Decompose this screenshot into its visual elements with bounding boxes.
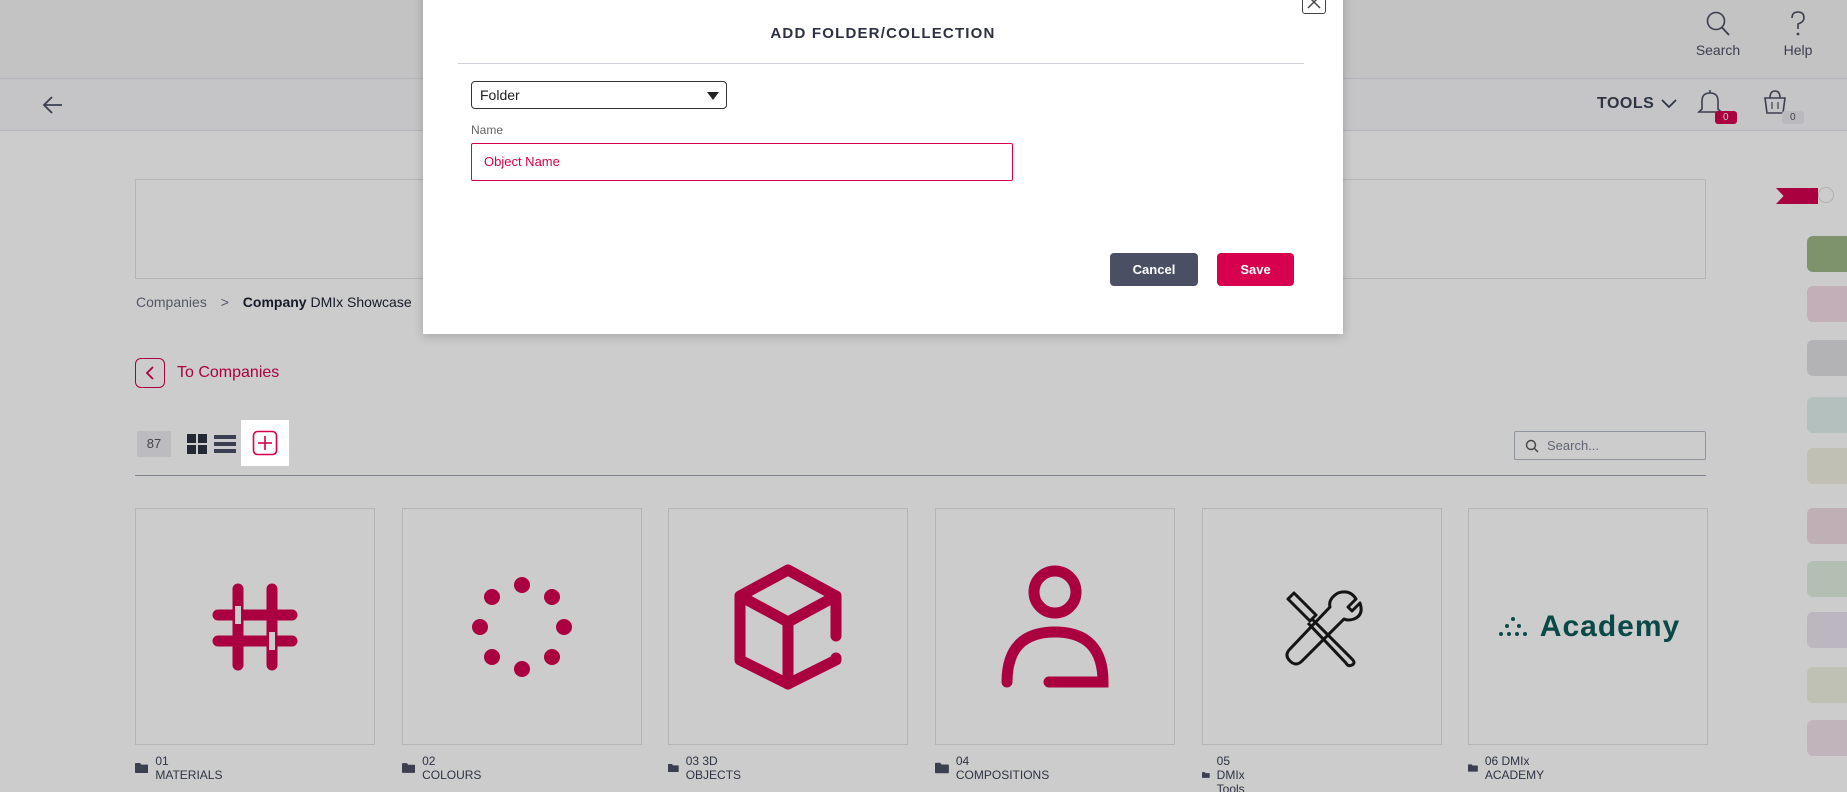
object-name-input[interactable]: Object Name bbox=[471, 143, 1013, 181]
modal-title: ADD FOLDER/COLLECTION bbox=[770, 25, 996, 42]
add-folder-modal: ADD FOLDER/COLLECTION Folder Name Object… bbox=[423, 0, 1343, 334]
save-button[interactable]: Save bbox=[1217, 253, 1294, 286]
plus-square-icon bbox=[252, 430, 278, 456]
name-label: Name bbox=[471, 123, 504, 137]
type-select-value: Folder bbox=[480, 87, 520, 103]
modal-close-button[interactable] bbox=[1302, 0, 1326, 14]
add-folder-button-highlight[interactable] bbox=[241, 420, 289, 466]
caret-down-icon bbox=[707, 92, 719, 100]
type-select[interactable]: Folder bbox=[471, 81, 727, 109]
name-placeholder: Object Name bbox=[484, 154, 560, 169]
cancel-button[interactable]: Cancel bbox=[1110, 253, 1198, 286]
close-icon bbox=[1307, 0, 1321, 9]
modal-divider bbox=[458, 63, 1304, 64]
